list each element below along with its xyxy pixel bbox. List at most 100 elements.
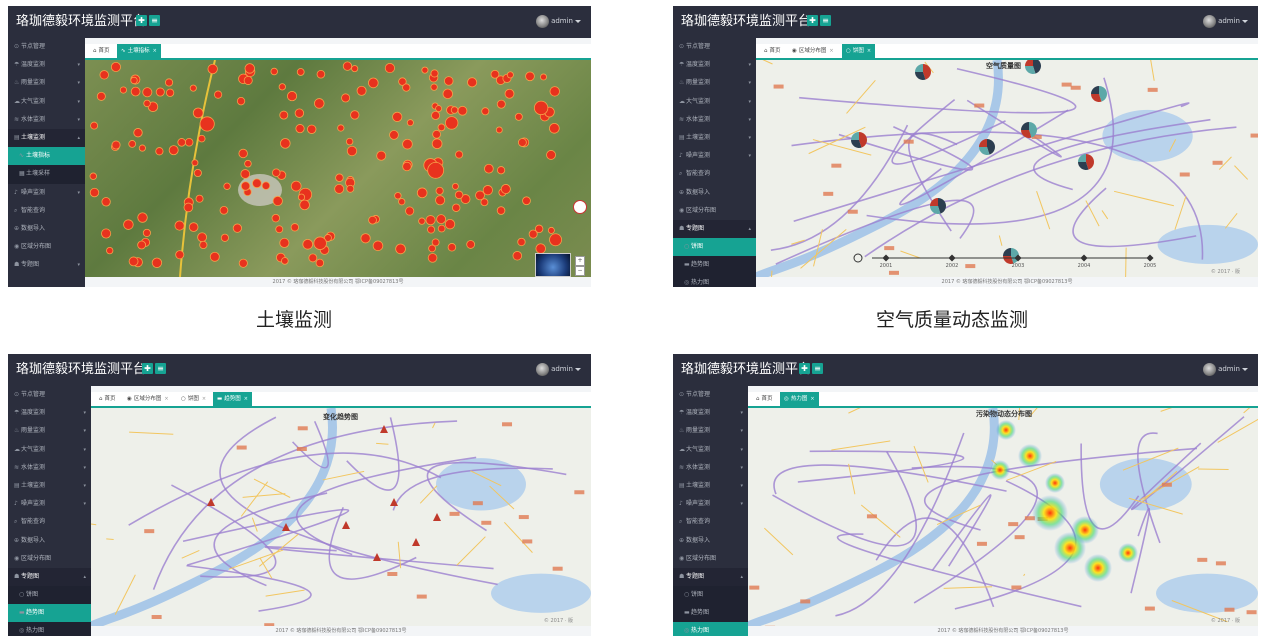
- soil-sample-point[interactable]: [457, 105, 468, 116]
- soil-sample-point[interactable]: [294, 108, 305, 118]
- soil-sample-point[interactable]: [342, 61, 353, 71]
- tab[interactable]: ◎ 热力图 ×: [780, 392, 819, 406]
- soil-sample-point[interactable]: [236, 96, 246, 106]
- sidebar-item[interactable]: ⊕ 数据导入: [8, 532, 91, 550]
- sidebar-item[interactable]: ≋ 水体监测 ▾: [8, 111, 85, 129]
- soil-sample-point[interactable]: [506, 71, 514, 79]
- tab[interactable]: ◉ 区域分布图 ×: [788, 44, 838, 58]
- sidebar-item[interactable]: ♨ 雨量监测 ▾: [8, 422, 91, 440]
- soil-sample-point[interactable]: [184, 137, 194, 147]
- soil-sample-point[interactable]: [119, 86, 127, 94]
- soil-sample-point[interactable]: [436, 214, 447, 225]
- soil-sample-point[interactable]: [427, 253, 438, 263]
- pie-marker[interactable]: [915, 64, 931, 80]
- close-icon[interactable]: ×: [867, 48, 871, 54]
- user-menu[interactable]: admin: [1203, 13, 1248, 29]
- soil-sample-point[interactable]: [316, 69, 326, 79]
- soil-sample-point[interactable]: [452, 203, 461, 212]
- soil-sample-point[interactable]: [175, 250, 185, 260]
- soil-sample-point[interactable]: [350, 110, 360, 120]
- soil-sample-point[interactable]: [447, 243, 457, 252]
- soil-sample-point[interactable]: [137, 212, 148, 223]
- soil-sample-point[interactable]: [168, 145, 179, 156]
- soil-sample-point[interactable]: [496, 99, 506, 109]
- soil-sample-point[interactable]: [111, 140, 121, 150]
- soil-sample-point[interactable]: [90, 121, 99, 130]
- soil-sample-point[interactable]: [547, 226, 555, 234]
- sidebar-item[interactable]: ▤土壤监测 ▾: [673, 477, 748, 495]
- soil-sample-point[interactable]: [279, 110, 289, 120]
- soil-sample-point[interactable]: [427, 161, 445, 179]
- tab[interactable]: ⌂ 首页: [752, 392, 777, 406]
- soil-sample-point[interactable]: [517, 237, 526, 247]
- soil-sample-point[interactable]: [442, 88, 453, 100]
- street-map[interactable]: 变化趋势图 © 2017 · 版: [91, 408, 591, 626]
- soil-sample-point[interactable]: [437, 123, 446, 132]
- soil-sample-point[interactable]: [356, 85, 367, 96]
- soil-sample-point[interactable]: [138, 144, 146, 152]
- soil-sample-point[interactable]: [130, 86, 141, 97]
- soil-sample-point[interactable]: [155, 87, 165, 97]
- soil-sample-point[interactable]: [123, 219, 134, 230]
- trend-marker[interactable]: [380, 425, 388, 433]
- soil-sample-point[interactable]: [384, 63, 395, 74]
- soil-sample-point[interactable]: [549, 233, 562, 247]
- soil-sample-point[interactable]: [482, 185, 493, 196]
- trend-marker[interactable]: [390, 498, 398, 506]
- soil-sample-point[interactable]: [428, 244, 436, 253]
- soil-sample-point[interactable]: [209, 251, 220, 262]
- soil-sample-point[interactable]: [297, 193, 306, 201]
- soil-sample-point[interactable]: [240, 169, 251, 179]
- soil-sample-point[interactable]: [427, 225, 436, 234]
- soil-sample-point[interactable]: [517, 138, 527, 147]
- soil-sample-point[interactable]: [243, 75, 253, 85]
- sidebar-item[interactable]: ▬趋势图: [673, 256, 756, 275]
- soil-sample-point[interactable]: [96, 91, 106, 101]
- soil-sample-point[interactable]: [272, 195, 283, 207]
- soil-sample-point[interactable]: [193, 168, 202, 178]
- sidebar-item[interactable]: ≋ 水体监测 ▾: [673, 111, 756, 129]
- soil-sample-point[interactable]: [540, 73, 547, 81]
- soil-sample-point[interactable]: [252, 178, 262, 189]
- timeline-stop[interactable]: [948, 254, 956, 262]
- close-icon[interactable]: ×: [810, 396, 814, 402]
- soil-sample-point[interactable]: [195, 194, 204, 203]
- soil-sample-point[interactable]: [467, 77, 478, 88]
- soil-sample-point[interactable]: [425, 215, 436, 226]
- soil-sample-point[interactable]: [101, 197, 111, 207]
- soil-sample-point[interactable]: [142, 228, 151, 237]
- soil-sample-point[interactable]: [430, 69, 439, 78]
- soil-sample-point[interactable]: [279, 237, 290, 248]
- soil-sample-point[interactable]: [164, 78, 174, 87]
- sidebar-item[interactable]: ○ 饼图: [673, 586, 748, 605]
- tab[interactable]: ⌂ 首页: [95, 392, 120, 406]
- soil-sample-point[interactable]: [307, 124, 317, 134]
- soil-sample-point[interactable]: [395, 243, 406, 255]
- compass-icon[interactable]: [573, 200, 587, 214]
- soil-sample-point[interactable]: [450, 106, 459, 114]
- sidebar-item[interactable]: ⊕ 数据导入: [673, 532, 748, 550]
- soil-sample-point[interactable]: [406, 119, 414, 127]
- soil-sample-point[interactable]: [189, 84, 197, 92]
- soil-sample-point[interactable]: [549, 122, 560, 134]
- sidebar-item[interactable]: ⊙ 节点管理: [8, 38, 85, 56]
- pie-marker[interactable]: [1078, 154, 1094, 170]
- sidebar-item[interactable]: ▬趋势图: [673, 604, 748, 623]
- soil-sample-point[interactable]: [454, 190, 464, 200]
- soil-sample-point[interactable]: [432, 129, 441, 139]
- sidebar-item[interactable]: ♨ 雨量监测 ▾: [8, 74, 85, 92]
- soil-sample-point[interactable]: [197, 134, 206, 143]
- trend-marker[interactable]: [342, 521, 350, 529]
- soil-sample-point[interactable]: [220, 233, 229, 242]
- pie-marker[interactable]: [930, 198, 946, 215]
- sidebar-item[interactable]: ♪ 噪声监测 ▾: [673, 495, 748, 513]
- sidebar-item[interactable]: ⊙ 节点管理: [8, 386, 91, 404]
- soil-sample-point[interactable]: [416, 187, 428, 199]
- soil-sample-point[interactable]: [535, 243, 546, 254]
- close-icon[interactable]: ×: [829, 48, 833, 54]
- soil-sample-point[interactable]: [421, 66, 429, 74]
- soil-sample-point[interactable]: [219, 205, 229, 215]
- soil-sample-point[interactable]: [392, 111, 403, 122]
- soil-sample-point[interactable]: [495, 126, 503, 134]
- soil-sample-point[interactable]: [500, 184, 511, 195]
